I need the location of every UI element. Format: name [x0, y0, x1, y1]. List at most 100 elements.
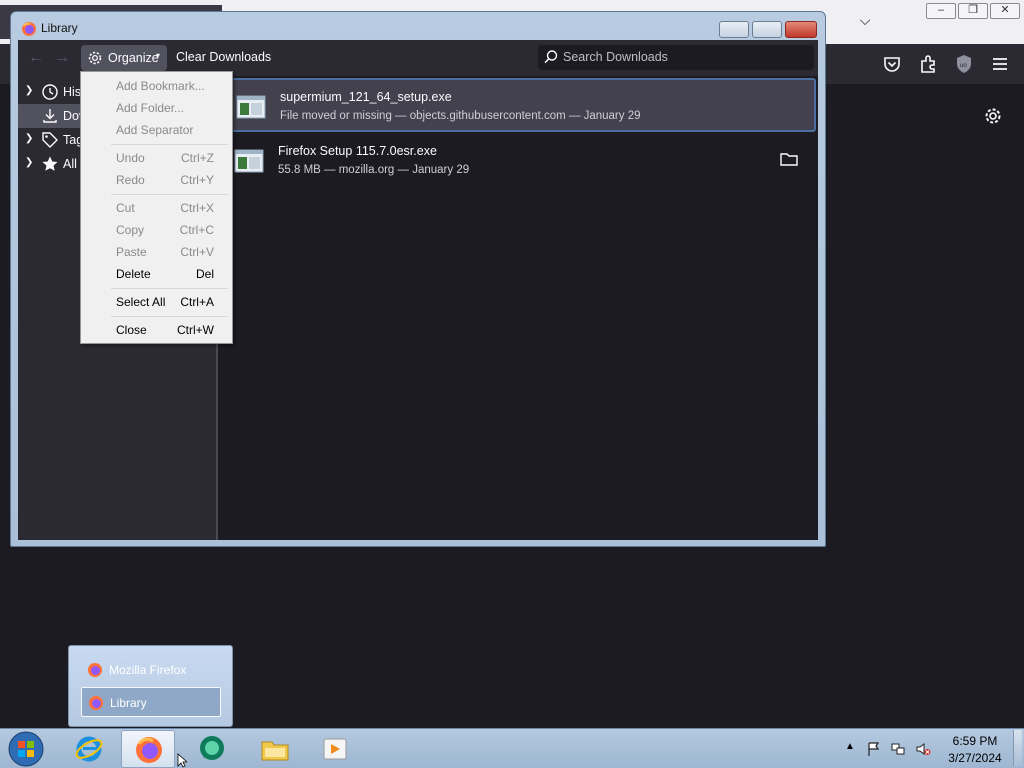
search-input[interactable] — [563, 49, 803, 65]
star-icon — [42, 156, 58, 171]
menu-item-undo[interactable]: Undo Ctrl+Z — [81, 147, 232, 169]
taskbar-window-list: Mozilla Firefox Library — [68, 645, 233, 727]
menu-item-shortcut: Ctrl+X — [180, 201, 214, 215]
clock-time[interactable]: 6:59 PM — [945, 734, 1005, 748]
menu-item-label: Add Folder... — [116, 101, 185, 115]
download-status: 55.8 MB — mozilla.org — January 29 — [278, 164, 470, 176]
taskbar-app-media-player[interactable] — [308, 730, 362, 768]
chevron-right-icon[interactable]: ❯ — [25, 133, 33, 144]
firefox-icon — [88, 663, 102, 677]
taskbar-app-firefox[interactable] — [121, 730, 175, 768]
close-button[interactable]: ✕ — [990, 3, 1020, 19]
mouse-cursor-icon — [177, 753, 187, 768]
menu-item-shortcut: Ctrl+W — [177, 323, 214, 337]
pocket-icon[interactable] — [880, 52, 904, 76]
menu-item-redo[interactable]: Redo Ctrl+Y — [81, 169, 232, 191]
menu-item-delete[interactable]: Delete Del — [81, 263, 232, 285]
taskbar-app-internet-explorer[interactable] — [62, 730, 116, 768]
volume-muted-icon[interactable] — [915, 741, 931, 757]
chat-icon — [200, 736, 224, 760]
firefox-icon — [22, 22, 36, 36]
menu-item-add-folder[interactable]: Add Folder... — [81, 97, 232, 119]
menu-item-add-separator[interactable]: Add Separator — [81, 119, 232, 141]
menu-separator — [111, 288, 228, 289]
minimize-button[interactable]: – — [926, 3, 956, 19]
svg-text:uo: uo — [960, 63, 967, 69]
network-icon[interactable] — [890, 741, 906, 757]
minimize-button[interactable] — [719, 21, 749, 38]
window-list-label: Library — [110, 696, 147, 710]
forward-arrow-icon[interactable]: → — [53, 49, 71, 67]
menu-item-label: Add Bookmark... — [116, 79, 205, 93]
file-explorer-icon — [261, 741, 289, 761]
organize-button[interactable]: Organize ▾ — [81, 45, 167, 71]
show-desktop-button[interactable] — [1013, 730, 1022, 766]
taskbar-app-file-explorer[interactable] — [248, 730, 302, 768]
download-row[interactable]: Firefox Setup 115.7.0esr.exe 55.8 MB — m… — [222, 134, 816, 188]
download-icon — [43, 109, 57, 123]
exe-file-icon — [236, 95, 266, 119]
window-list-item-library[interactable]: Library — [81, 687, 221, 717]
media-player-icon — [323, 738, 347, 760]
menu-item-shortcut: Ctrl+C — [179, 223, 214, 237]
menu-item-label: Undo — [116, 151, 145, 165]
download-row[interactable]: supermium_121_64_setup.exe File moved or… — [222, 78, 816, 132]
caret-down-icon: ▾ — [156, 51, 161, 60]
menu-item-label: Copy — [116, 223, 145, 237]
extensions-icon[interactable] — [916, 52, 940, 76]
tag-icon — [42, 132, 58, 148]
gear-icon[interactable] — [983, 106, 1003, 126]
close-button[interactable] — [785, 21, 817, 38]
search-icon — [544, 50, 558, 64]
menu-icon[interactable] — [988, 52, 1012, 76]
window-title: Library — [41, 21, 78, 35]
internet-explorer-icon — [75, 736, 103, 762]
maximize-button[interactable] — [752, 21, 782, 38]
back-arrow-icon[interactable]: ← — [27, 49, 45, 67]
downloads-list: supermium_121_64_setup.exe File moved or… — [220, 76, 818, 540]
menu-item-shortcut: Ctrl+A — [180, 295, 214, 309]
menu-item-cut[interactable]: Cut Ctrl+X — [81, 197, 232, 219]
menu-item-shortcut: Ctrl+Y — [180, 173, 214, 187]
menu-item-add-bookmark[interactable]: Add Bookmark... — [81, 75, 232, 97]
start-button-icon[interactable] — [8, 731, 44, 767]
clock-date[interactable]: 3/27/2024 — [945, 751, 1005, 765]
menu-separator — [111, 144, 228, 145]
download-name: supermium_121_64_setup.exe — [280, 90, 452, 104]
menu-item-label: Cut — [116, 201, 135, 215]
menu-separator — [111, 194, 228, 195]
clear-downloads-button[interactable]: Clear Downloads — [176, 50, 271, 64]
clock-icon — [42, 84, 58, 100]
menu-item-label: Paste — [116, 245, 147, 259]
menu-item-label: Close — [116, 323, 147, 337]
menu-item-shortcut: Del — [195, 267, 214, 281]
ublock-icon[interactable]: uo — [952, 52, 976, 76]
exe-file-icon — [234, 149, 264, 173]
system-tray: ▲ 6:59 PM 3/27/2024 — [845, 729, 1024, 768]
folder-icon[interactable] — [780, 151, 798, 167]
firefox-icon — [136, 737, 162, 763]
menu-item-paste[interactable]: Paste Ctrl+V — [81, 241, 232, 263]
chevron-right-icon[interactable]: ❯ — [25, 157, 33, 168]
chevron-down-icon[interactable]: ⌵ — [855, 12, 875, 32]
window-list-item-firefox[interactable]: Mozilla Firefox — [81, 655, 221, 685]
window-list-label: Mozilla Firefox — [109, 663, 187, 677]
taskbar: ▲ 6:59 PM 3/27/2024 — [0, 728, 1024, 768]
action-center-flag-icon[interactable] — [866, 741, 882, 757]
taskbar-app-chat[interactable] — [185, 730, 239, 768]
search-box[interactable] — [538, 45, 814, 70]
menu-item-label: Add Separator — [116, 123, 194, 137]
show-hidden-icons-arrow-icon[interactable]: ▲ — [845, 741, 861, 757]
menu-item-shortcut: Ctrl+V — [180, 245, 214, 259]
gear-icon — [88, 51, 102, 65]
organize-label: Organize — [108, 51, 159, 65]
menu-item-copy[interactable]: Copy Ctrl+C — [81, 219, 232, 241]
menu-item-select-all[interactable]: Select All Ctrl+A — [81, 291, 232, 313]
menu-item-label: Delete — [116, 267, 151, 281]
menu-item-close[interactable]: Close Ctrl+W — [81, 319, 232, 341]
chevron-right-icon[interactable]: ❯ — [25, 85, 33, 96]
restore-button[interactable]: ❐ — [958, 3, 988, 19]
organize-menu: Add Bookmark... Add Folder... Add Separa… — [80, 71, 233, 344]
menu-separator — [111, 316, 228, 317]
download-status: File moved or missing — objects.githubus… — [280, 110, 641, 122]
